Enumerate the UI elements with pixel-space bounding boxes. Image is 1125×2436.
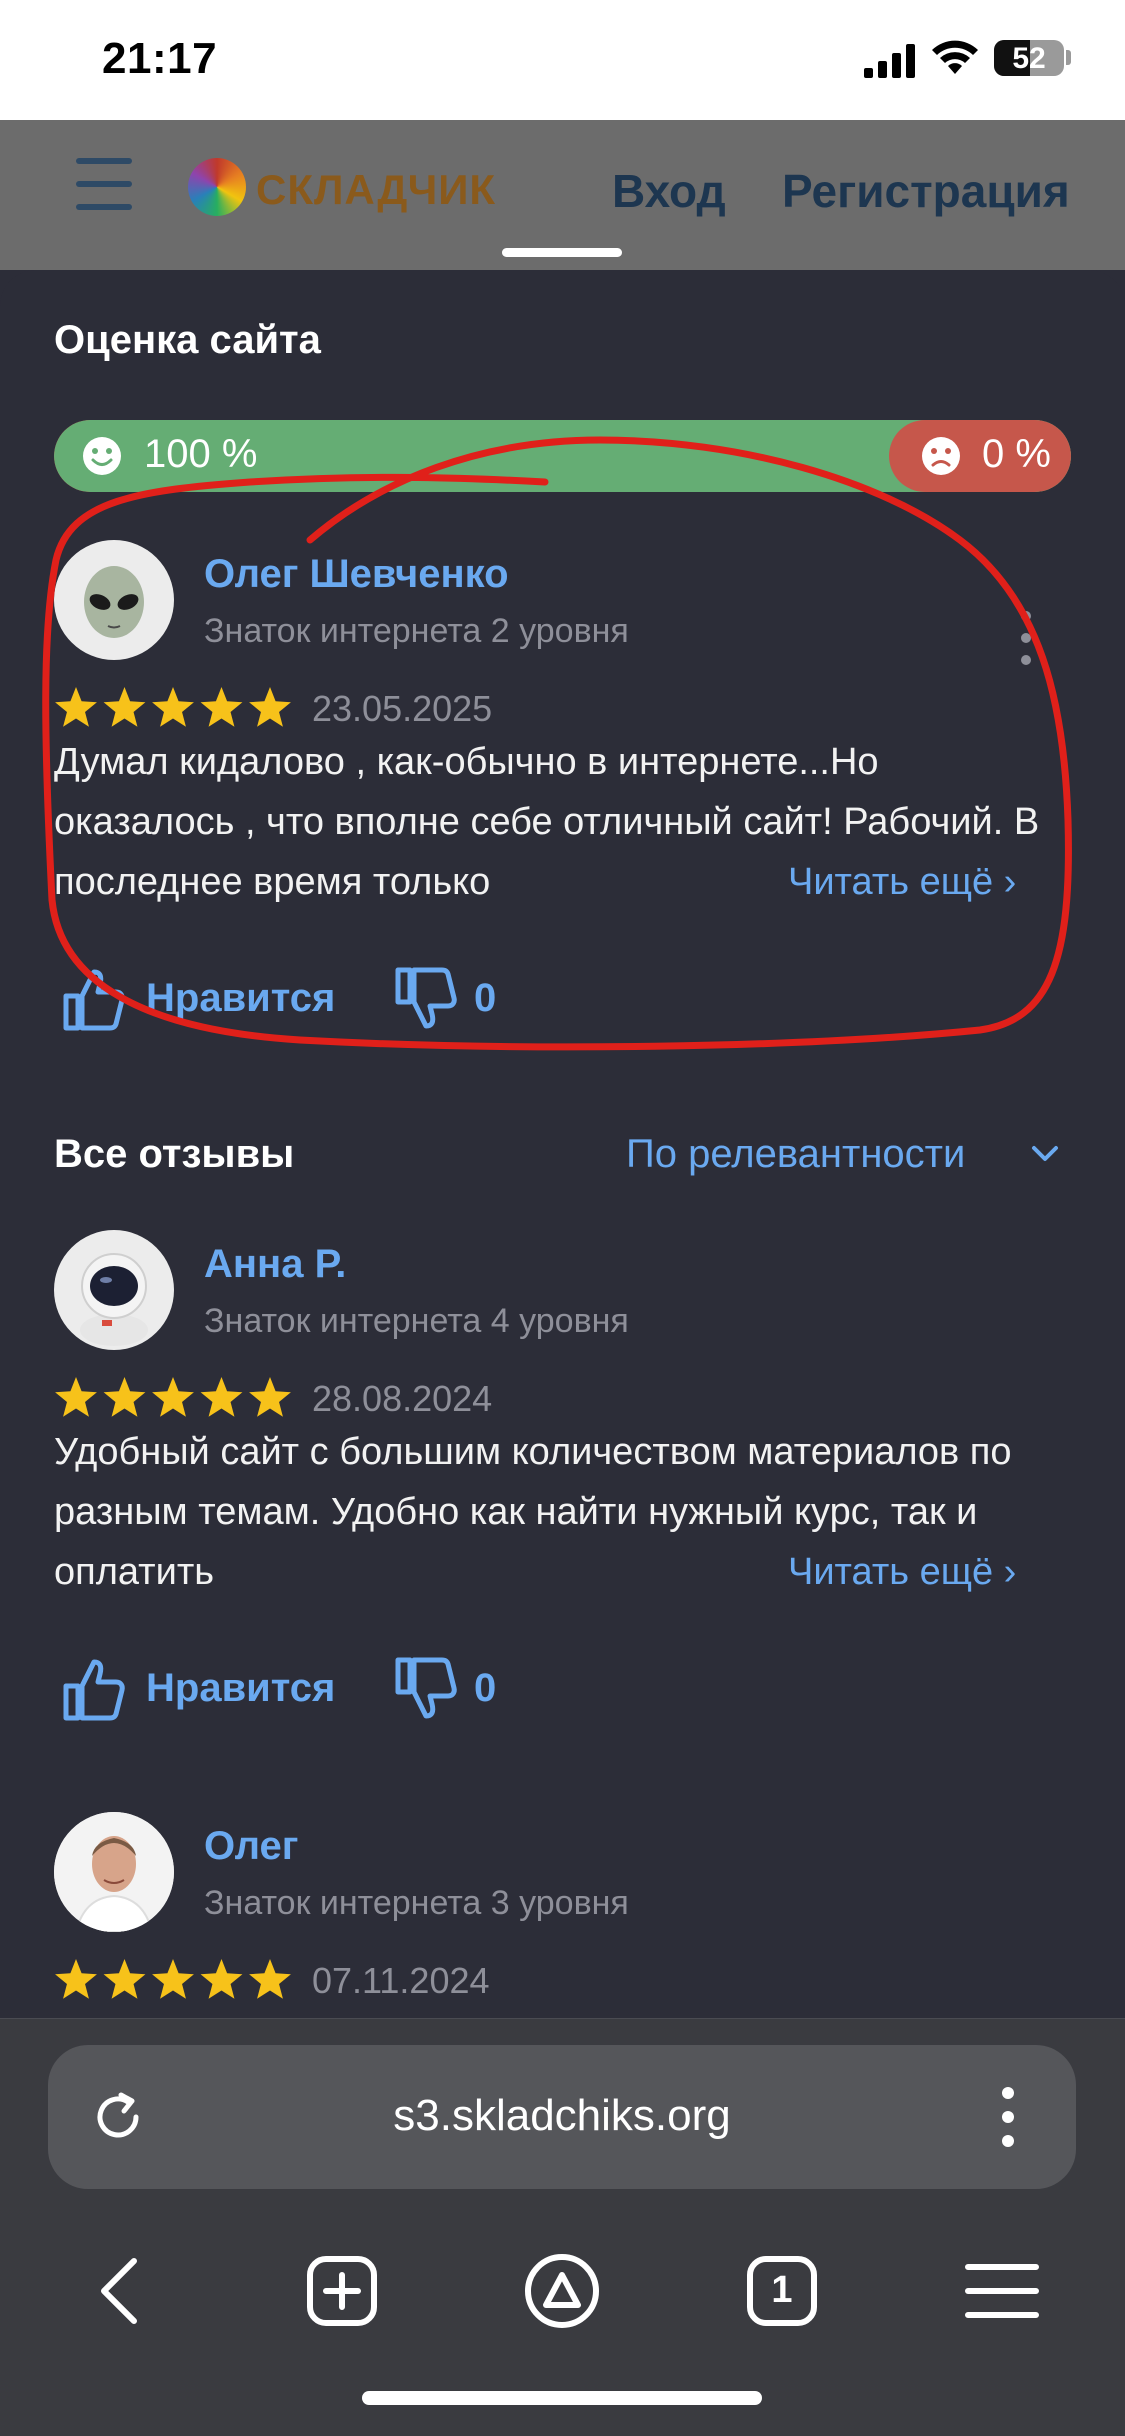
review-date: 07.11.2024: [312, 1960, 490, 2001]
star-icon: [152, 1377, 194, 1417]
reviewer-name[interactable]: Олег: [204, 1824, 298, 1869]
star-rating: [55, 1959, 291, 1999]
all-reviews-title: Все отзывы: [54, 1132, 295, 1176]
star-icon: [55, 1959, 97, 1999]
person-photo-icon: [54, 1812, 174, 1932]
star-rating: [55, 1377, 291, 1417]
back-arrow-icon[interactable]: [82, 2251, 162, 2331]
url-text[interactable]: s3.skladchiks.org: [48, 2091, 1076, 2141]
reviewer-level: Знаток интернета 3 уровня: [204, 1884, 629, 1922]
read-more-link[interactable]: Читать ещё ›: [780, 1542, 1017, 1602]
star-icon: [103, 1377, 146, 1417]
avatar[interactable]: [54, 1230, 174, 1350]
browser-toolbar: s3.skladchiks.org 1: [0, 2018, 1125, 2436]
more-options-icon[interactable]: [1000, 2085, 1016, 2149]
tab-count: 1: [771, 2269, 793, 2311]
star-icon: [200, 1959, 243, 1999]
astronaut-emoji-icon: [80, 1253, 148, 1346]
reviewer-name[interactable]: Анна Р.: [204, 1242, 346, 1287]
new-tab-icon[interactable]: [302, 2251, 382, 2331]
star-icon: [152, 1959, 194, 1999]
home-indicator: [362, 2391, 762, 2405]
chevron-down-icon[interactable]: [1030, 1142, 1060, 1166]
menu-icon[interactable]: [962, 2251, 1042, 2331]
thumbs-down-icon[interactable]: [392, 1656, 458, 1722]
address-bar[interactable]: s3.skladchiks.org: [48, 2045, 1076, 2189]
star-icon: [103, 1959, 146, 1999]
thumbs-up-icon[interactable]: [60, 1656, 126, 1722]
star-icon: [200, 1377, 243, 1417]
like-button[interactable]: Нравится: [146, 1666, 335, 1711]
tabs-button[interactable]: 1: [742, 2251, 822, 2331]
dislike-count[interactable]: 0: [474, 1666, 496, 1711]
alice-assistant-icon[interactable]: [522, 2251, 602, 2331]
star-icon: [249, 1959, 291, 1999]
review-date: 28.08.2024: [312, 1378, 493, 1419]
star-icon: [249, 1377, 291, 1417]
sort-dropdown[interactable]: По релевантности: [626, 1132, 965, 1177]
star-icon: [55, 1377, 97, 1417]
avatar[interactable]: [54, 1812, 174, 1932]
reviewer-level: Знаток интернета 4 уровня: [204, 1302, 629, 1340]
